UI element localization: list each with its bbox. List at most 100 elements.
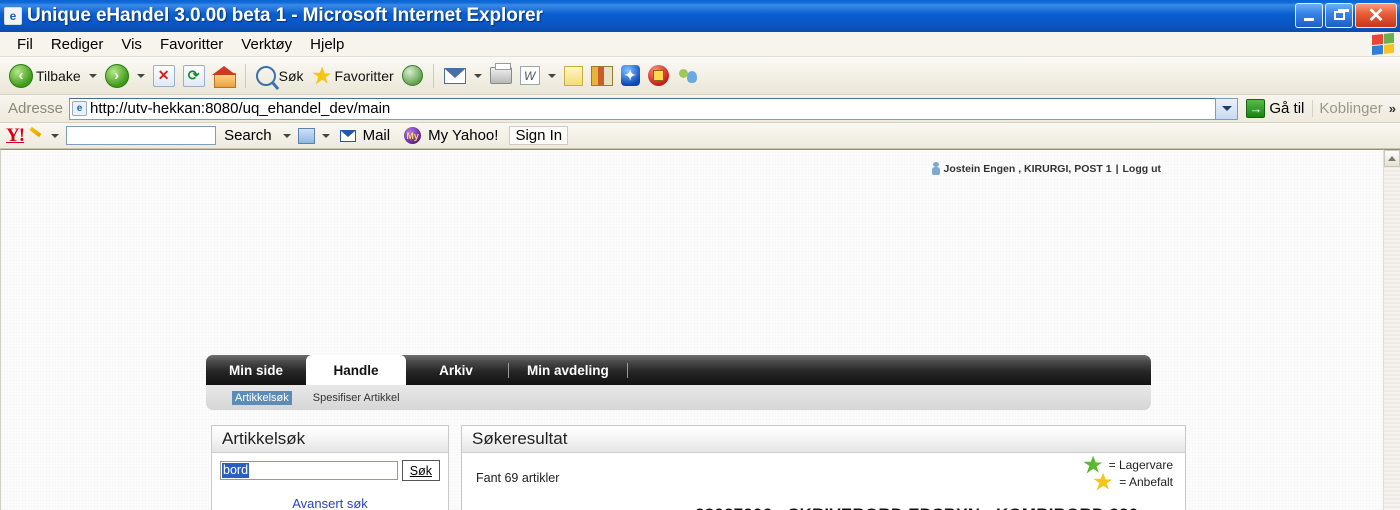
home-icon <box>211 65 236 88</box>
yahoo-logo[interactable]: Y! <box>6 125 25 147</box>
restore-button[interactable] <box>1325 3 1353 28</box>
favorites-label: Favoritter <box>334 67 394 84</box>
menu-item-hjelp[interactable]: Hjelp <box>301 35 353 54</box>
menu-item-favoritter[interactable]: Favoritter <box>151 35 232 54</box>
print-button[interactable] <box>487 63 515 85</box>
vertical-scrollbar[interactable] <box>1383 149 1400 510</box>
refresh-button[interactable]: ⟳ <box>180 64 208 88</box>
advanced-search-link[interactable]: Avansert søk <box>212 496 448 510</box>
yahoo-search-dropdown-icon[interactable] <box>282 133 291 138</box>
product-image[interactable] <box>476 504 681 510</box>
mail-button[interactable] <box>441 67 469 85</box>
ie-icon: e <box>4 6 22 25</box>
back-button[interactable]: ‹ Tilbake <box>6 63 84 89</box>
research-button[interactable] <box>588 65 616 87</box>
legend-label-anbefalt: = Anbefalt <box>1119 474 1173 489</box>
menu-bar: Fil Rediger Vis Favoritter Verktøy Hjelp <box>0 32 1400 57</box>
address-url-text: http://utv-hekkan:8080/uq_ehandel_dev/ma… <box>90 100 391 117</box>
article-search-panel: Artikkelsøk bord Søk Avansert søk <box>211 425 449 510</box>
result-legend: = Lagervare = Anbefalt <box>1082 456 1173 490</box>
yahoo-mail-button[interactable]: Mail <box>337 126 398 145</box>
address-bar: Adresse e http://utv-hekkan:8080/uq_ehan… <box>0 95 1400 123</box>
tab-arkiv[interactable]: Arkiv <box>406 355 506 385</box>
printer-icon <box>489 63 512 84</box>
edit-dropdown-icon[interactable] <box>547 73 556 78</box>
scrollbar-track[interactable] <box>1384 167 1400 510</box>
search-submit-label: Søk <box>409 463 432 478</box>
close-button[interactable]: ✕ <box>1355 3 1397 28</box>
tab-min-avdeling[interactable]: Min avdeling <box>511 355 625 385</box>
go-button[interactable]: → Gå til <box>1238 99 1312 118</box>
go-label: Gå til <box>1269 100 1305 117</box>
messenger-button[interactable] <box>674 65 702 87</box>
favorites-button[interactable]: Favoritter <box>309 67 397 85</box>
window-controls: ✕ <box>1295 3 1397 28</box>
back-dropdown-icon[interactable] <box>88 73 97 78</box>
minimize-button[interactable] <box>1295 3 1323 28</box>
yahoo-mail-label: Mail <box>362 127 391 144</box>
browser-toolbar: ‹ Tilbake › ✕ ⟳ Søk Favoritter W ✦ <box>0 57 1400 95</box>
tab-handle[interactable]: Handle <box>306 355 406 385</box>
tab-min-side[interactable]: Min side <box>206 355 306 385</box>
chevron-up-icon <box>1388 156 1396 161</box>
yellow-star-icon <box>1093 473 1113 490</box>
toolbar-separator-2 <box>432 63 434 88</box>
result-count-text: Fant 69 artikler <box>476 471 560 485</box>
back-label: Tilbake <box>36 67 81 84</box>
search-button[interactable]: Søk <box>253 65 307 87</box>
search-submit-button[interactable]: Søk <box>401 460 440 481</box>
bluetooth-icon: ✦ <box>620 65 640 86</box>
globe-icon <box>401 65 423 86</box>
toolbar-overflow-icon[interactable]: » <box>1389 101 1400 116</box>
menu-item-rediger[interactable]: Rediger <box>42 35 113 54</box>
stop-button[interactable]: ✕ <box>150 64 178 88</box>
my-yahoo-button[interactable]: My My Yahoo! <box>401 126 505 145</box>
notes-button[interactable] <box>561 65 586 87</box>
pencil-dropdown-icon[interactable] <box>51 133 60 138</box>
subnav-item-artikkelsok[interactable]: Artikkelsøk <box>232 390 292 405</box>
scroll-up-button[interactable] <box>1384 150 1400 167</box>
home-button[interactable] <box>210 65 238 88</box>
download-button[interactable] <box>645 64 672 87</box>
menu-item-fil[interactable]: Fil <box>8 35 42 54</box>
mail-dropdown-icon[interactable] <box>473 73 482 78</box>
subnav-item-spesifiser-artikkel[interactable]: Spesifiser Artikkel <box>310 391 403 405</box>
legend-row-anbefalt: = Anbefalt <box>1083 473 1173 490</box>
window-titlebar: e Unique eHandel 3.0.00 beta 1 - Microso… <box>0 0 1400 32</box>
menu-item-verktoy[interactable]: Verktøy <box>232 35 301 54</box>
messenger-icon <box>677 66 699 86</box>
product-title[interactable]: 23037206 - SKRIVEBORD EDSBYN - KOMBIBORD… <box>695 504 1175 510</box>
yahoo-search-input[interactable] <box>66 126 217 145</box>
yahoo-bookmarks-dropdown-icon[interactable] <box>321 133 330 138</box>
search-result-panel: Søkeresultat = Lagervare = Anbefalt Fant… <box>461 425 1186 510</box>
sign-in-button[interactable]: Sign In <box>509 126 569 145</box>
search-input-value: bord <box>222 463 250 478</box>
address-dropdown-button[interactable] <box>1216 97 1239 120</box>
yahoo-toolbar: Y! Search Mail My My Yahoo! Sign In <box>0 123 1400 149</box>
logout-link[interactable]: Logg ut <box>1123 163 1161 175</box>
page-icon: e <box>72 101 88 116</box>
links-label[interactable]: Koblinger <box>1312 100 1388 117</box>
forward-dropdown-icon[interactable] <box>136 73 145 78</box>
web-page: Jostein Engen , KIRURGI, POST 1 | Logg u… <box>0 149 1383 510</box>
toolbar-separator <box>244 63 246 88</box>
forward-button[interactable]: › <box>102 63 132 89</box>
window-title: Unique eHandel 3.0.00 beta 1 - Microsoft… <box>27 4 543 26</box>
browser-viewport: Jostein Engen , KIRURGI, POST 1 | Logg u… <box>0 149 1400 510</box>
word-icon: W <box>519 66 540 85</box>
pencil-icon[interactable] <box>27 126 45 144</box>
search-input[interactable]: bord <box>220 461 398 480</box>
address-input[interactable]: e http://utv-hekkan:8080/uq_ehandel_dev/… <box>69 97 1217 120</box>
yahoo-search-button[interactable]: Search <box>220 127 276 144</box>
edit-word-button[interactable]: W <box>517 65 543 86</box>
history-button[interactable] <box>399 64 426 87</box>
forward-arrow-icon: › <box>104 63 129 88</box>
yahoo-bookmarks-icon[interactable] <box>297 127 315 144</box>
user-name: Jostein Engen , KIRURGI, POST 1 <box>943 162 1112 175</box>
green-star-icon <box>1082 456 1103 473</box>
legend-row-lagervare: = Lagervare <box>1082 456 1173 473</box>
refresh-icon: ⟳ <box>182 64 205 87</box>
bluetooth-button[interactable]: ✦ <box>618 64 643 87</box>
menu-item-vis[interactable]: Vis <box>112 35 151 54</box>
search-row: bord Søk <box>212 453 448 483</box>
